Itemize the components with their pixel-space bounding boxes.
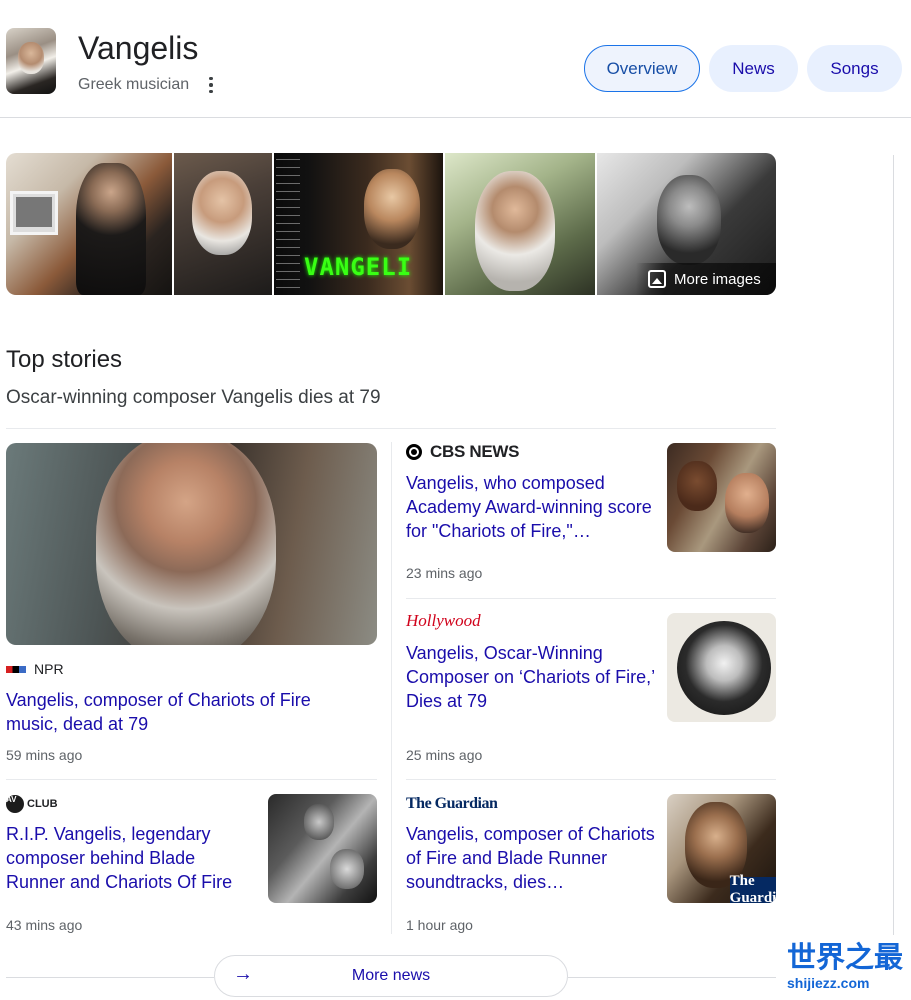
story-link-npr[interactable]: Vangelis, composer of Chariots of Fire m…	[6, 688, 346, 736]
image-thumbnail-4[interactable]	[445, 153, 595, 295]
section-title: Top stories	[6, 346, 123, 373]
story-cluster-headline[interactable]: Oscar-winning composer Vangelis dies at …	[6, 387, 381, 409]
divider	[6, 428, 776, 429]
story-link-guardian[interactable]: Vangelis, composer of Chariots of Fire a…	[406, 822, 658, 894]
story-thumbnail-npr[interactable]	[6, 443, 377, 645]
avatar-face	[18, 42, 44, 74]
image-thumbnail-1[interactable]	[6, 153, 172, 295]
story-link-hollywood[interactable]: Vangelis, Oscar-Winning Composer on ‘Cha…	[406, 641, 658, 713]
cbs-eye-icon	[406, 444, 422, 460]
album-cover-text: VANGELI	[304, 253, 413, 281]
source-guardian: The Guardian	[406, 795, 498, 812]
image-thumbnail-5[interactable]: More images	[597, 153, 776, 295]
row-divider	[406, 779, 776, 780]
image-thumbnail-2[interactable]	[174, 153, 272, 295]
story-thumbnail-cbs[interactable]	[667, 443, 776, 552]
av-club-logo-icon: AV	[6, 795, 24, 813]
story-thumbnail-av-club[interactable]	[268, 794, 377, 903]
row-divider	[406, 598, 776, 599]
story-thumbnail-guardian[interactable]: The Guardi	[667, 794, 776, 903]
more-images-button[interactable]: More images	[636, 263, 776, 295]
story-time: 23 mins ago	[406, 565, 483, 581]
column-divider	[391, 442, 392, 934]
divider	[568, 977, 776, 978]
tab-overview[interactable]: Overview	[584, 45, 700, 92]
source-npr: NPR	[6, 661, 64, 677]
more-news-button[interactable]: → More news	[214, 955, 568, 997]
avatar[interactable]	[6, 28, 56, 94]
npr-logo-icon	[6, 665, 26, 673]
source-cbs: CBS NEWS	[406, 442, 520, 462]
image-icon	[648, 270, 666, 288]
guardian-badge: The Guardi	[729, 873, 776, 903]
story-time: 1 hour ago	[406, 917, 473, 933]
more-news-label: More news	[351, 967, 431, 984]
subtitle: Greek musician	[78, 76, 190, 93]
source-hollywood-reporter: Hollywood	[406, 611, 481, 630]
story-link-cbs[interactable]: Vangelis, who composed Academy Award-win…	[406, 471, 658, 543]
right-column-divider	[893, 155, 894, 935]
page-title: Vangelis	[78, 30, 199, 66]
divider	[6, 977, 214, 978]
story-link-av-club[interactable]: R.I.P. Vangelis, legendary composer behi…	[6, 822, 256, 894]
more-images-label: More images	[674, 270, 761, 288]
story-time: 59 mins ago	[6, 747, 83, 763]
watermark: 世界之最 shijiezz.com	[787, 942, 904, 991]
row-divider	[6, 779, 377, 780]
story-time: 25 mins ago	[406, 747, 483, 763]
tab-news[interactable]: News	[709, 45, 798, 92]
image-thumbnail-3[interactable]: VANGELI	[274, 153, 443, 295]
story-thumbnail-hollywood[interactable]	[667, 613, 776, 722]
source-av-club: AV CLUB	[6, 795, 58, 813]
more-options-icon[interactable]	[203, 76, 219, 94]
header-divider	[0, 117, 911, 118]
tab-songs[interactable]: Songs	[807, 45, 902, 92]
story-time: 43 mins ago	[6, 917, 83, 933]
image-strip: VANGELI More images	[6, 153, 776, 295]
